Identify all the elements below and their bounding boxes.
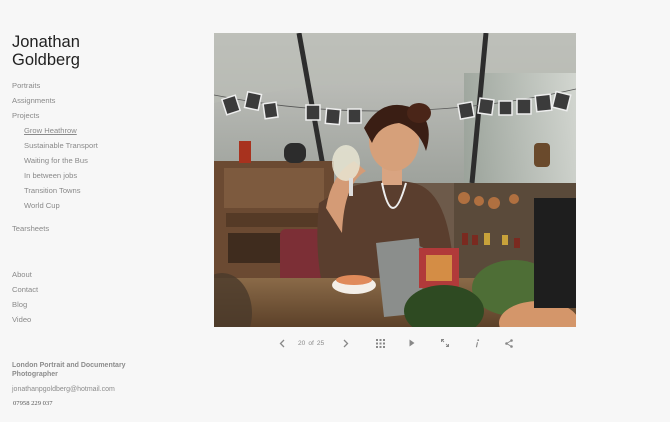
nav-assignments[interactable]: Assignments (12, 93, 98, 108)
chevron-right-icon[interactable] (340, 336, 352, 350)
nav-portraits[interactable]: Portraits (12, 78, 98, 93)
nav-about[interactable]: About (12, 267, 38, 282)
fullscreen-icon[interactable] (439, 336, 451, 350)
footer-phone: 07958 229 037 (13, 400, 53, 407)
current-index: 20 (298, 339, 306, 347)
total-count: 25 (316, 339, 325, 347)
gallery-photo[interactable] (214, 33, 576, 327)
secondary-nav: Tearsheets (12, 221, 49, 236)
main-nav: Portraits Assignments Projects Grow Heat… (12, 78, 98, 213)
site-title[interactable]: Jonathan Goldberg (12, 33, 132, 69)
nav-project-transition-towns[interactable]: Transition Towns (12, 183, 98, 198)
nav-video[interactable]: Video (12, 312, 38, 327)
play-icon[interactable] (406, 336, 418, 350)
nav-blog[interactable]: Blog (12, 297, 38, 312)
info-icon[interactable] (471, 336, 483, 350)
nav-tearsheets[interactable]: Tearsheets (12, 221, 49, 236)
footer-email-link[interactable]: jonathanpgoldberg@hotmail.com (12, 386, 115, 393)
counter-of: of (308, 339, 314, 347)
info-nav: About Contact Blog Video (12, 267, 38, 327)
photo-illustration (214, 33, 576, 327)
chevron-left-icon[interactable] (276, 336, 288, 350)
nav-project-grow-heathrow[interactable]: Grow Heathrow (12, 123, 98, 138)
nav-project-sustainable-transport[interactable]: Sustainable Transport (12, 138, 98, 153)
nav-contact[interactable]: Contact (12, 282, 38, 297)
gallery-controls: 20 of 25 (214, 336, 576, 350)
footer-tagline: London Portrait and Documentary Photogra… (12, 362, 126, 378)
share-icon[interactable] (503, 336, 515, 350)
nav-project-world-cup[interactable]: World Cup (12, 198, 98, 213)
grid-icon[interactable] (374, 336, 386, 350)
image-counter: 20 of 25 (298, 336, 324, 350)
nav-project-waiting-for-the-bus[interactable]: Waiting for the Bus (12, 153, 98, 168)
nav-projects[interactable]: Projects (12, 108, 98, 123)
nav-project-in-between-jobs[interactable]: In between jobs (12, 168, 98, 183)
